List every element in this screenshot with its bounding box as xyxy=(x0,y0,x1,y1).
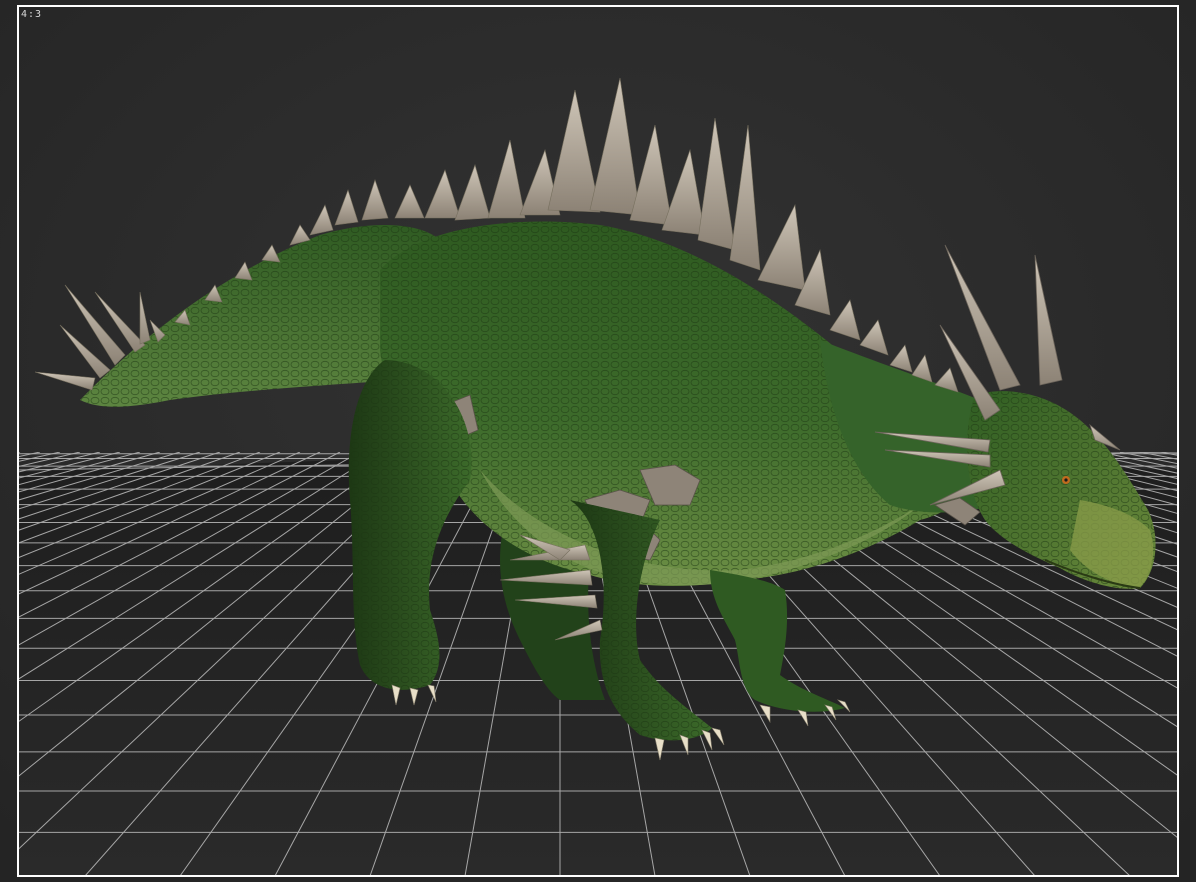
3d-viewport[interactable]: 4:3 xyxy=(0,0,1196,882)
viewport-canvas[interactable] xyxy=(0,0,1196,882)
aspect-ratio-label: 4:3 xyxy=(21,9,43,20)
dinosaur-pupil xyxy=(1064,478,1068,482)
